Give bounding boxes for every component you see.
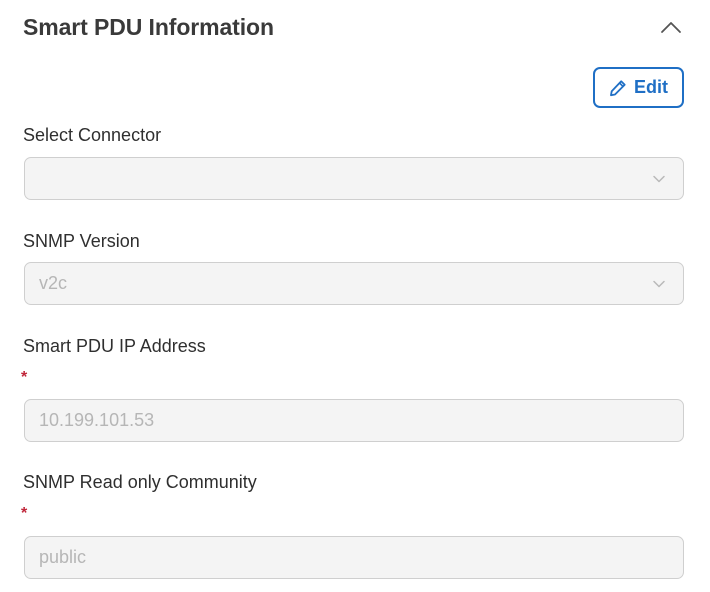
collapse-button[interactable]: [658, 16, 684, 38]
chevron-down-icon: [653, 280, 665, 288]
chevron-up-icon: [661, 22, 681, 33]
community-input[interactable]: public: [24, 536, 684, 579]
select-connector-dropdown[interactable]: [24, 157, 684, 200]
smart-pdu-panel: Smart PDU Information Edit Select Connec…: [0, 0, 710, 592]
select-connector-label: Select Connector: [23, 125, 162, 145]
edit-button[interactable]: Edit: [593, 67, 684, 108]
snmp-version-value: v2c: [39, 273, 68, 293]
pencil-icon: [610, 79, 626, 96]
community-label: SNMP Read only Community: [23, 472, 257, 492]
snmp-version-label: SNMP Version: [23, 231, 140, 251]
ip-address-input[interactable]: 10.199.101.53: [24, 399, 684, 442]
community-value: public: [39, 547, 87, 567]
ip-address-label: Smart PDU IP Address: [23, 336, 206, 356]
required-marker: *: [21, 369, 28, 386]
edit-button-label: Edit: [634, 77, 668, 97]
chevron-down-icon: [653, 175, 665, 183]
ip-address-value: 10.199.101.53: [39, 410, 155, 430]
panel-title: Smart PDU Information: [23, 14, 274, 40]
required-marker: *: [21, 505, 28, 522]
snmp-version-dropdown[interactable]: v2c: [24, 262, 684, 305]
